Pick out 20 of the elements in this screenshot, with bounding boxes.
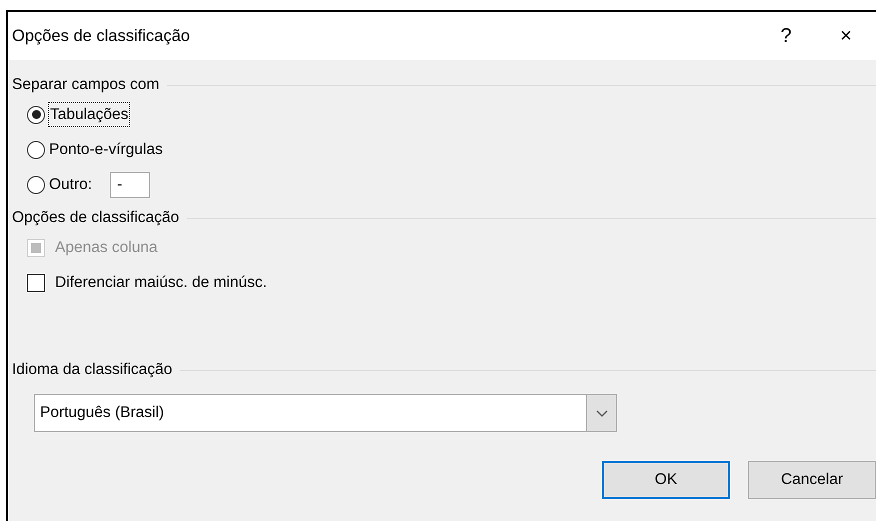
group-heading: Separar campos com [12, 75, 160, 96]
option-label: Tabulações [49, 102, 130, 126]
group-heading: Opções de classificação [12, 208, 180, 228]
group-heading: Idioma da classificação [12, 360, 172, 380]
radio-button[interactable] [27, 176, 45, 194]
radio-button[interactable] [27, 106, 45, 124]
checkbox[interactable] [27, 274, 45, 292]
language-dropdown[interactable]: Português (Brasil) [34, 394, 617, 432]
dialog-button[interactable]: Cancelar [748, 461, 876, 499]
radio-button[interactable] [27, 140, 45, 158]
window-title: Opções de classificação [12, 26, 191, 47]
option-label: Ponto-e-vírgulas [49, 140, 163, 160]
dialog-button[interactable]: OK [602, 461, 730, 499]
chevron-down-icon [596, 410, 608, 416]
help-button[interactable]: ? [756, 26, 816, 46]
checkbox-label: Diferenciar maiúsc. de minúsc. [55, 272, 267, 293]
separator-input-field[interactable]: - [110, 172, 150, 198]
option-label: Outro: [49, 174, 92, 195]
checkbox-label: Apenas coluna [55, 238, 158, 258]
close-button[interactable]: × [816, 26, 876, 46]
